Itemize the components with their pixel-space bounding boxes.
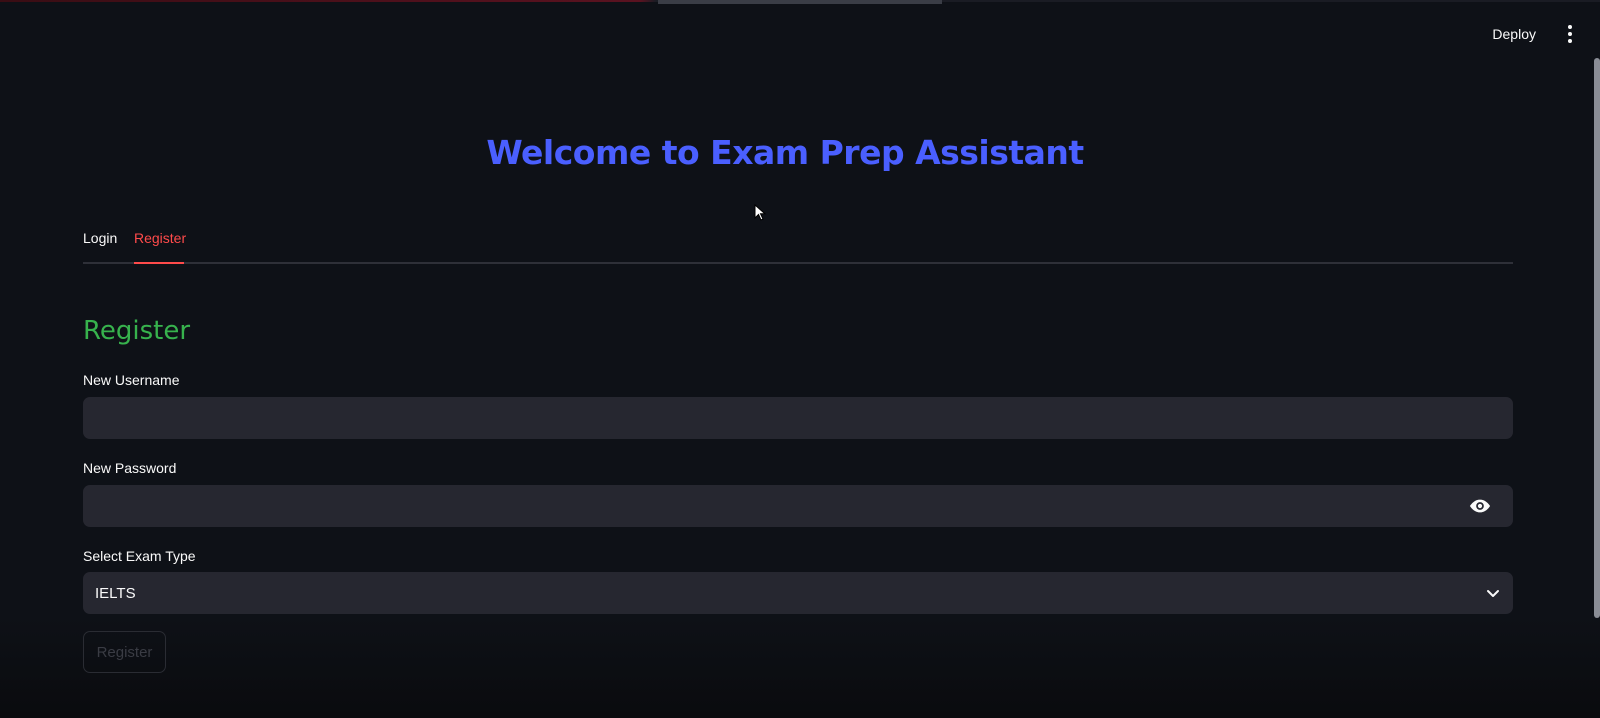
top-status-bar xyxy=(658,0,942,4)
scrollbar[interactable] xyxy=(1594,58,1600,618)
exam-type-select[interactable]: IELTS xyxy=(83,572,1513,614)
mouse-cursor-icon xyxy=(754,204,767,221)
kebab-menu-icon[interactable] xyxy=(1560,20,1580,48)
tab-register[interactable]: Register xyxy=(134,230,186,246)
page-title: Welcome to Exam Prep Assistant xyxy=(486,133,1084,172)
username-input[interactable] xyxy=(83,397,1513,439)
password-label: New Password xyxy=(83,460,177,476)
username-label: New Username xyxy=(83,372,180,388)
register-submit-button[interactable]: Register xyxy=(83,631,166,673)
exam-type-value: IELTS xyxy=(95,584,136,602)
tab-login[interactable]: Login xyxy=(83,230,117,246)
exam-type-label: Select Exam Type xyxy=(83,548,196,564)
section-heading: Register xyxy=(83,316,191,346)
eye-icon[interactable] xyxy=(1469,495,1491,517)
app-root: Deploy Welcome to Exam Prep Assistant Lo… xyxy=(0,0,1600,718)
chevron-down-icon xyxy=(1487,590,1499,597)
deploy-button[interactable]: Deploy xyxy=(1482,22,1546,46)
header-actions: Deploy xyxy=(1482,20,1580,48)
active-tab-indicator xyxy=(134,262,184,264)
password-input[interactable] xyxy=(83,485,1513,527)
tab-bar: Login Register xyxy=(83,226,1513,264)
